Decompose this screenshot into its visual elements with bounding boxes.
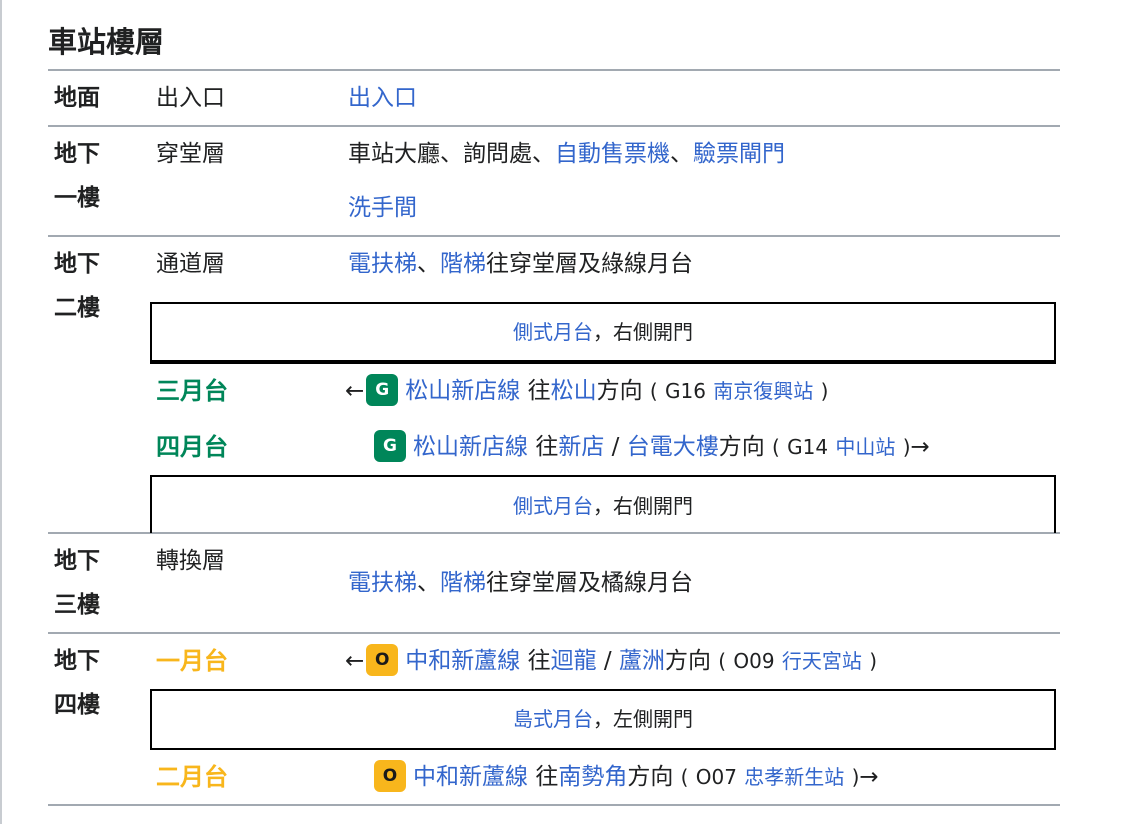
platform-label-1: 一月台 xyxy=(156,647,228,675)
green-line-icon: G xyxy=(366,373,399,406)
green-line-icon: G xyxy=(374,429,406,462)
link-next-station-g14[interactable]: 中山站 xyxy=(835,435,895,459)
link-next-station-g16[interactable]: 南京復興站 xyxy=(713,379,813,403)
link-side-platform[interactable]: 側式月台 xyxy=(513,320,593,344)
platform-2-direction: O 中和新蘆線 往南勢角方向 ( O07 忠孝新生站 )→ xyxy=(372,759,879,794)
link-zhonghe-xinlu-line[interactable]: 中和新蘆線 xyxy=(413,764,528,790)
link-songshan-xindian-line[interactable]: 松山新店線 xyxy=(405,378,520,404)
link-stairs[interactable]: 階梯 xyxy=(440,251,486,277)
table-rule-b1 xyxy=(48,125,1060,127)
table-rule-b2 xyxy=(48,235,1060,237)
floor-b2: 地下 二樓 xyxy=(54,251,100,321)
platform-label-4: 四月台 xyxy=(156,433,228,461)
area-ground: 出入口 xyxy=(156,85,225,111)
link-side-platform[interactable]: 側式月台 xyxy=(513,494,593,518)
area-b1: 穿堂層 xyxy=(156,141,225,167)
link-dest-songshan[interactable]: 松山 xyxy=(551,378,597,404)
link-entrance[interactable]: 出入口 xyxy=(348,82,417,114)
floor-b1: 地下 一樓 xyxy=(54,141,100,211)
link-dest-taipower[interactable]: 台電大樓 xyxy=(627,434,719,460)
link-next-station-o07[interactable]: 忠孝新生站 xyxy=(744,765,844,789)
page-edge-rule xyxy=(0,0,2,824)
table-rule-b4 xyxy=(48,632,1060,634)
b1-facilities: 車站大廳、詢問處、自動售票機、驗票閘門 xyxy=(348,141,785,167)
platform-4-direction: G 松山新店線 往新店 / 台電大樓方向 ( G14 中山站 )→ xyxy=(372,429,930,464)
link-songshan-xindian-line[interactable]: 松山新店線 xyxy=(413,434,528,460)
table-rule-top xyxy=(48,69,1060,71)
floor-b3: 地下 三樓 xyxy=(54,548,100,618)
platform-side-b2-bottom: 側式月台，右側開門 xyxy=(150,475,1056,533)
link-stairs[interactable]: 階梯 xyxy=(440,570,486,596)
orange-line-icon: O xyxy=(374,759,406,792)
platform-island-b4: 島式月台，左側開門 xyxy=(150,689,1056,750)
platform-side-b2-top: 側式月台，右側開門 xyxy=(150,302,1056,364)
orange-line-icon: O xyxy=(366,643,399,676)
link-dest-luzhou[interactable]: 蘆洲 xyxy=(619,648,665,674)
link-escalator[interactable]: 電扶梯 xyxy=(348,570,417,596)
platform-1-direction: ← O 中和新蘆線 往迴龍 / 蘆洲方向 ( O09 行天宮站 ) xyxy=(345,643,877,678)
floor-ground: 地面 xyxy=(54,85,100,111)
platform-3-direction: ← G 松山新店線 往松山方向 ( G16 南京復興站 ) xyxy=(345,373,828,408)
platform-label-2: 二月台 xyxy=(156,763,228,791)
b3-access: 電扶梯、階梯往穿堂層及橘線月台 xyxy=(348,570,693,596)
link-ticket-machine[interactable]: 自動售票機 xyxy=(555,141,670,167)
link-fare-gate[interactable]: 驗票閘門 xyxy=(693,141,785,167)
link-dest-xindian[interactable]: 新店 xyxy=(558,434,604,460)
area-b2: 通道層 xyxy=(156,251,225,277)
link-island-platform[interactable]: 島式月台 xyxy=(513,707,593,731)
link-zhonghe-xinlu-line[interactable]: 中和新蘆線 xyxy=(405,648,520,674)
link-dest-huilong[interactable]: 迴龍 xyxy=(551,648,597,674)
table-rule-bottom xyxy=(48,804,1060,806)
platform-label-3: 三月台 xyxy=(156,377,228,405)
link-next-station-o09[interactable]: 行天宮站 xyxy=(782,649,862,673)
floor-b4: 地下 四樓 xyxy=(54,648,100,718)
link-escalator[interactable]: 電扶梯 xyxy=(348,251,417,277)
link-restroom[interactable]: 洗手間 xyxy=(348,192,417,224)
b2-access: 電扶梯、階梯往穿堂層及綠線月台 xyxy=(348,251,693,277)
section-title: 車站樓層 xyxy=(48,25,165,59)
link-dest-nanshijiao[interactable]: 南勢角 xyxy=(558,764,627,790)
area-b3: 轉換層 xyxy=(156,548,225,574)
